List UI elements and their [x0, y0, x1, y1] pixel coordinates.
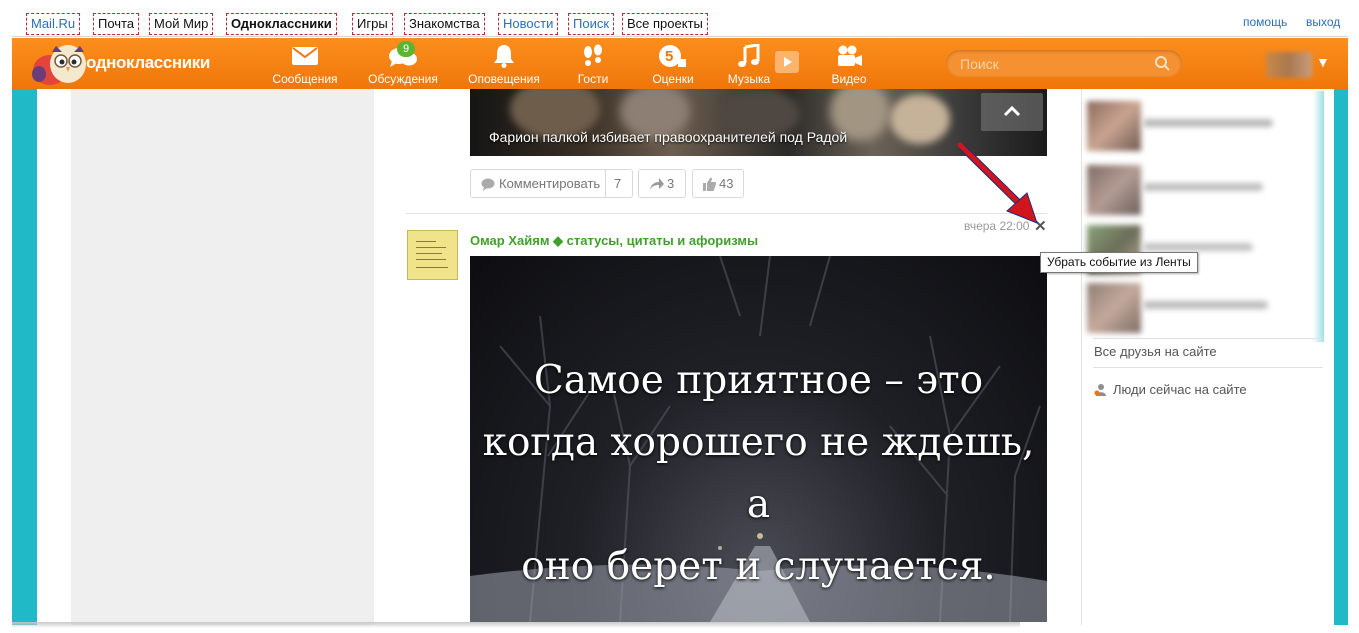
page-bottom-shadow — [12, 622, 1020, 628]
nav-music[interactable]: Музыка — [724, 42, 774, 86]
like-button[interactable]: 43 — [692, 169, 744, 198]
post-author-link[interactable]: Омар Хайям ◆ статусы, цитаты и афоризмы — [470, 233, 758, 249]
feed-divider — [406, 213, 1047, 214]
portal-link-moimir[interactable]: Мой Мир — [149, 13, 214, 35]
comment-icon — [481, 178, 495, 191]
search-box — [946, 50, 1182, 77]
chevron-up-icon — [1003, 105, 1021, 117]
group-avatar[interactable] — [407, 230, 458, 280]
nav-video[interactable]: Видео — [824, 42, 874, 86]
nav-guests-label: Гости — [577, 72, 609, 86]
left-background — [12, 89, 37, 625]
right-background — [1334, 89, 1348, 625]
search-input[interactable] — [960, 54, 1150, 73]
nav-notifications-label: Оповещения — [468, 72, 540, 86]
svg-text:5: 5 — [665, 48, 673, 65]
sidebar-divider — [1093, 367, 1323, 368]
caret-down-icon[interactable]: ▼ — [1316, 54, 1330, 70]
comment-count: 7 — [614, 176, 622, 191]
share-button[interactable]: 3 — [638, 169, 686, 198]
share-count: 3 — [667, 176, 675, 191]
post-quote: Самое приятное – это когда хорошего не ж… — [470, 350, 1047, 598]
friend-item[interactable] — [1087, 101, 1287, 151]
nav-notifications[interactable]: Оповещения — [464, 42, 544, 86]
friend-item[interactable] — [1087, 283, 1287, 333]
left-gutter — [37, 89, 71, 625]
portal-link-all-projects[interactable]: Все проекты — [622, 13, 708, 35]
user-avatar[interactable] — [1266, 52, 1312, 78]
video-caption[interactable]: Фарион палкой избивает правоохранителей … — [489, 129, 847, 145]
people-online-label: Люди сейчас на сайте — [1113, 382, 1247, 397]
friend-item[interactable] — [1087, 165, 1287, 215]
left-column — [71, 89, 374, 625]
comment-label: Комментировать — [499, 176, 601, 191]
portal-link-search[interactable]: Поиск — [568, 13, 615, 35]
portal-link-odnoklassniki[interactable]: Одноклассники — [226, 13, 337, 35]
help-link[interactable]: помощь — [1243, 15, 1287, 29]
quote-line-3: оно берет и случается. — [521, 544, 996, 589]
people-online-icon — [1094, 384, 1106, 396]
annotation-arrow-icon — [957, 142, 1038, 224]
logout-link[interactable]: выход — [1306, 15, 1340, 29]
owl-logo-icon[interactable] — [26, 42, 88, 86]
post-image[interactable]: Самое приятное – это когда хорошего не ж… — [470, 256, 1047, 622]
nav-messages-label: Сообщения — [272, 72, 338, 86]
logo-text[interactable]: одноклассники — [86, 53, 210, 73]
nav-guests[interactable]: Гости — [568, 42, 618, 86]
discussions-badge: 9 — [397, 41, 416, 57]
nav-ratings[interactable]: 5 Оценки — [644, 42, 702, 86]
portal-link-games[interactable]: Игры — [352, 13, 393, 35]
portal-link-news[interactable]: Новости — [498, 13, 559, 35]
page: Mail.Ru Почта Мой Мир Одноклассники Игры… — [0, 0, 1359, 633]
music-note-icon — [724, 42, 774, 70]
share-arrow-icon — [650, 178, 664, 190]
nav-messages[interactable]: Сообщения — [270, 42, 340, 86]
people-online-link[interactable]: Люди сейчас на сайте — [1094, 382, 1247, 397]
nav-music-label: Музыка — [727, 72, 771, 86]
remove-event-tooltip: Убрать событие из Ленты — [1040, 252, 1198, 273]
envelope-icon — [270, 42, 340, 70]
portal-link-dating[interactable]: Знакомства — [404, 13, 485, 35]
main-toolbar: одноклассники Сообщения 9 Обсуждения Опо… — [12, 38, 1348, 89]
quote-line-1: Самое приятное – это — [533, 358, 984, 403]
scroll-up-button[interactable] — [981, 93, 1043, 131]
like-count: 43 — [719, 176, 734, 191]
portal-link-mail[interactable]: Почта — [93, 13, 140, 35]
bell-icon — [464, 42, 544, 70]
portal-link-mailru[interactable]: Mail.Ru — [26, 13, 81, 35]
nav-ratings-label: Оценки — [652, 72, 694, 86]
play-icon[interactable] — [775, 51, 799, 73]
quote-line-2: когда хорошего не ждешь, а — [482, 420, 1035, 527]
sidebar-edge — [1313, 91, 1324, 342]
search-icon[interactable] — [1155, 56, 1170, 71]
sidebar-divider — [1093, 338, 1323, 339]
portal-bar: Mail.Ru Почта Мой Мир Одноклассники Игры… — [12, 10, 1348, 37]
nav-discussions[interactable]: 9 Обсуждения — [366, 41, 440, 86]
rating-five-icon: 5 — [644, 42, 702, 70]
comment-button[interactable]: Комментировать 7 — [470, 169, 633, 198]
video-camera-icon — [824, 42, 874, 70]
thumbs-up-icon — [703, 177, 716, 191]
nav-video-label: Видео — [831, 72, 867, 86]
nav-discussions-label: Обсуждения — [368, 72, 438, 86]
all-friends-link[interactable]: Все друзья на сайте — [1094, 344, 1217, 359]
right-sidebar: Все друзья на сайте Люди сейчас на сайте — [1081, 89, 1334, 625]
footprints-icon — [568, 42, 618, 70]
